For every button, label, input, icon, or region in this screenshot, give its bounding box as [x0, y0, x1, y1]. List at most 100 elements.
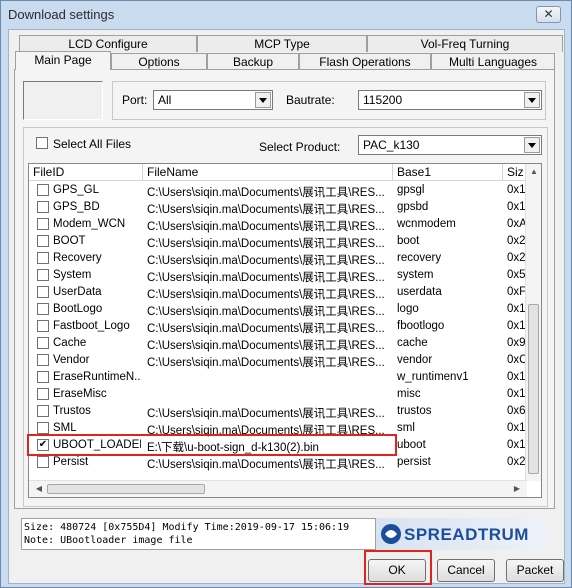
scroll-left-button[interactable]: ◀ [31, 481, 47, 497]
cell-size: 0xA [507, 218, 527, 230]
row-checkbox[interactable] [37, 184, 49, 196]
cell-base1: logo [397, 303, 419, 315]
row-checkbox[interactable] [37, 388, 49, 400]
cell-fileid: GPS_GL [53, 184, 100, 196]
bautrate-dropdown-button[interactable] [524, 92, 540, 108]
cancel-button[interactable]: Cancel [437, 559, 495, 582]
table-row[interactable]: Vendor C:\Users\siqin.ma\Documents\展讯工具\R… [29, 352, 527, 369]
bautrate-select[interactable]: 115200 [358, 90, 542, 110]
port-select[interactable]: All [153, 90, 273, 110]
cell-base1: uboot [397, 439, 426, 451]
tab-multi-languages[interactable]: Multi Languages [431, 53, 555, 70]
row-checkbox[interactable]: ✔ [37, 439, 49, 451]
product-value: PAC_k130 [363, 138, 420, 152]
table-row[interactable]: Modem_WCN C:\Users\siqin.ma\Documents\展讯工… [29, 216, 527, 233]
column-header-filename[interactable]: FileName [143, 164, 393, 181]
table-row[interactable]: ✔ UBOOT_LOADER E:\下载\u-boot-sign_d-k130(2)… [29, 437, 527, 454]
row-checkbox[interactable] [37, 286, 49, 298]
cell-filename: C:\Users\siqin.ma\Documents\展讯工具\RES... [147, 238, 385, 250]
table-row[interactable]: Fastboot_Logo C:\Users\siqin.ma\Documents… [29, 318, 527, 335]
chevron-down-icon [528, 143, 536, 148]
row-checkbox[interactable] [37, 422, 49, 434]
cell-size: 0xC [507, 354, 527, 366]
row-checkbox[interactable] [37, 405, 49, 417]
close-button[interactable]: ✕ [536, 6, 561, 23]
cell-base1: gpsgl [397, 184, 425, 196]
table-row[interactable]: GPS_BD C:\Users\siqin.ma\Documents\展讯工具\R… [29, 199, 527, 216]
spreadtrum-mark-icon [381, 524, 401, 544]
row-checkbox[interactable] [37, 303, 49, 315]
cell-fileid: Cache [53, 337, 87, 349]
table-row[interactable]: UserData C:\Users\siqin.ma\Documents\展讯工具… [29, 284, 527, 301]
horizontal-scrollbar[interactable]: ◀ ▶ [29, 480, 527, 497]
table-row[interactable]: SML C:\Users\siqin.ma\Documents\展讯工具\RES.… [29, 420, 527, 437]
cell-fileid: Trustos [53, 405, 91, 417]
logo-text: SPREADTRUM [404, 525, 529, 544]
packet-button[interactable]: Packet [506, 559, 564, 582]
list-header: FileID FileName Base1 Siz [29, 164, 541, 181]
vertical-scrollbar[interactable]: ▲ [525, 164, 541, 481]
row-checkbox[interactable] [37, 456, 49, 468]
cell-base1: recovery [397, 252, 442, 264]
row-checkbox[interactable] [37, 354, 49, 366]
row-checkbox[interactable] [37, 269, 49, 281]
cell-base1: trustos [397, 405, 432, 417]
bautrate-value: 115200 [363, 93, 403, 107]
tab-backup[interactable]: Backup [207, 53, 299, 70]
cell-base1: misc [397, 388, 421, 400]
table-row[interactable]: Cache C:\Users\siqin.ma\Documents\展讯工具\RE… [29, 335, 527, 352]
scroll-right-button[interactable]: ▶ [509, 481, 525, 497]
table-row[interactable]: EraseRuntimeN... w_runtimenv1 0x1 [29, 369, 527, 386]
tab-flash-operations[interactable]: Flash Operations [299, 53, 431, 70]
table-row[interactable]: BOOT C:\Users\siqin.ma\Documents\展讯工具\RES… [29, 233, 527, 250]
cell-size: 0x1 [507, 303, 526, 315]
cell-size: 0x1 [507, 388, 526, 400]
bautrate-label: Bautrate: [286, 93, 335, 107]
cell-filename: C:\Users\siqin.ma\Documents\展讯工具\RES... [147, 408, 385, 420]
table-row[interactable]: System C:\Users\siqin.ma\Documents\展讯工具\R… [29, 267, 527, 284]
table-row[interactable]: Trustos C:\Users\siqin.ma\Documents\展讯工具\… [29, 403, 527, 420]
ok-button[interactable]: OK [368, 559, 426, 582]
select-all-checkbox[interactable] [36, 137, 48, 149]
cell-base1: vendor [397, 354, 433, 366]
cell-size: 0x2 [507, 235, 526, 247]
tab-mcp-type[interactable]: MCP Type [197, 35, 367, 52]
row-checkbox[interactable] [37, 320, 49, 332]
row-checkbox[interactable] [37, 218, 49, 230]
cell-filename: C:\Users\siqin.ma\Documents\展讯工具\RES... [147, 357, 385, 369]
column-header-base1[interactable]: Base1 [393, 164, 503, 181]
scroll-up-button[interactable]: ▲ [526, 164, 541, 180]
row-checkbox[interactable] [37, 252, 49, 264]
table-row[interactable]: EraseMisc misc 0x1 [29, 386, 527, 403]
port-dropdown-button[interactable] [255, 92, 271, 108]
table-row[interactable]: BootLogo C:\Users\siqin.ma\Documents\展讯工具… [29, 301, 527, 318]
chevron-down-icon [528, 98, 536, 103]
column-header-fileid[interactable]: FileID [29, 164, 143, 181]
cell-base1: cache [397, 337, 428, 349]
horizontal-scroll-thumb[interactable] [47, 484, 205, 494]
file-list[interactable]: FileID FileName Base1 Siz GPS_GL C:\Users… [28, 163, 542, 498]
product-dropdown-button[interactable] [524, 137, 540, 153]
row-checkbox[interactable] [37, 235, 49, 247]
vertical-scroll-thumb[interactable] [528, 304, 539, 474]
close-icon[interactable]: ✕ [543, 7, 553, 21]
row-checkbox[interactable] [37, 371, 49, 383]
tab-vol-freq-turning[interactable]: Vol-Freq Turning [367, 35, 563, 52]
cell-base1: gpsbd [397, 201, 429, 213]
row-checkbox[interactable] [37, 201, 49, 213]
table-row[interactable]: GPS_GL C:\Users\siqin.ma\Documents\展讯工具\R… [29, 182, 527, 199]
tab-main-page[interactable]: Main Page [15, 51, 111, 70]
row-checkbox[interactable] [37, 337, 49, 349]
cell-size: 0x2 [507, 252, 526, 264]
tab-options[interactable]: Options [111, 53, 207, 70]
select-all-label[interactable]: Select All Files [53, 137, 131, 151]
table-row[interactable]: Persist C:\Users\siqin.ma\Documents\展讯工具\… [29, 454, 527, 471]
port-value: All [158, 93, 172, 107]
table-row[interactable]: Recovery C:\Users\siqin.ma\Documents\展讯工具… [29, 250, 527, 267]
cell-size: 0xF [507, 286, 527, 298]
product-select[interactable]: PAC_k130 [358, 135, 542, 155]
cell-size: 0x6 [507, 405, 526, 417]
cell-filename: C:\Users\siqin.ma\Documents\展讯工具\RES... [147, 323, 385, 335]
tab-lcd-configure[interactable]: LCD Configure [19, 35, 197, 52]
cell-filename: C:\Users\siqin.ma\Documents\展讯工具\RES... [147, 340, 385, 352]
